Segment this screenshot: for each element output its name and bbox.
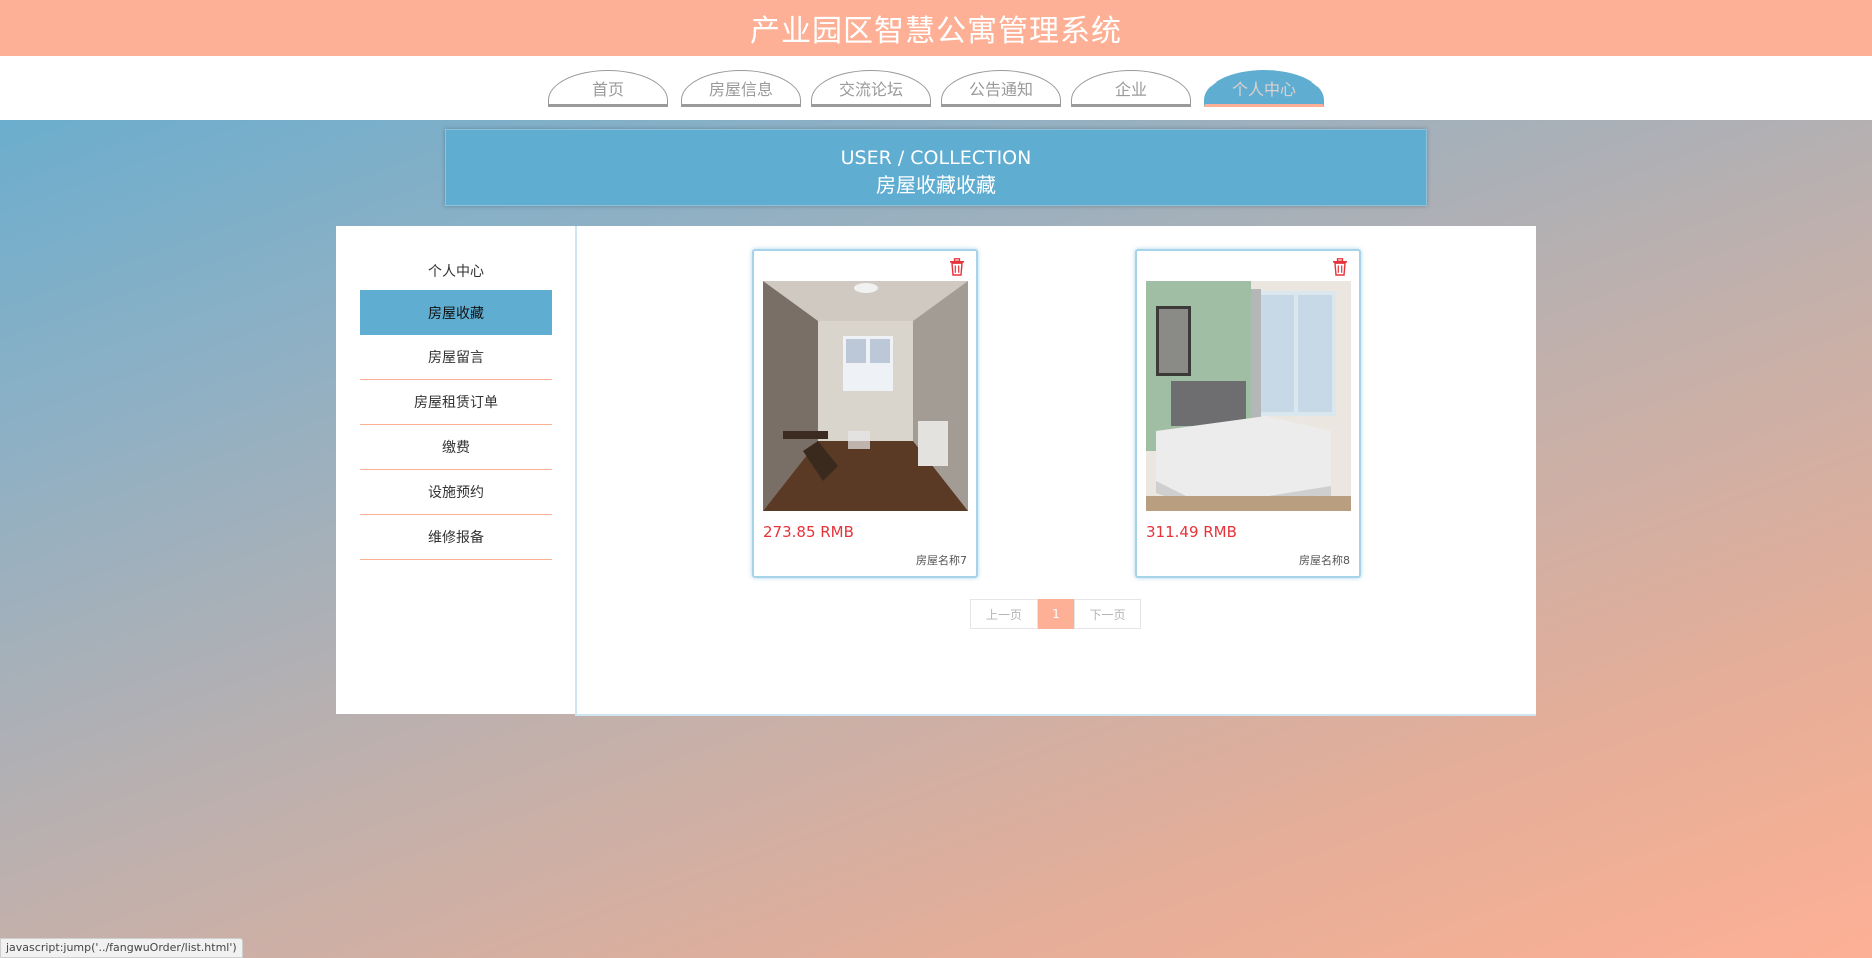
pagination: 上一页 1 下一页 — [970, 599, 1141, 629]
tab-house-info-label: 房屋信息 — [708, 79, 773, 99]
house-card[interactable]: 311.49 RMB 房屋名称8 — [1135, 249, 1361, 578]
sidebar-item-rental-orders[interactable]: 房屋租赁订单 — [360, 380, 552, 425]
house-price: 273.85 RMB — [763, 523, 854, 541]
app-title: 产业园区智慧公寓管理系统 — [750, 14, 1122, 49]
next-page-button[interactable]: 下一页 — [1074, 599, 1141, 629]
prev-page-button[interactable]: 上一页 — [970, 599, 1038, 629]
house-photo[interactable] — [763, 281, 968, 511]
house-price: 311.49 RMB — [1146, 523, 1237, 541]
house-photo[interactable] — [1146, 281, 1351, 511]
top-bar: 产业园区智慧公寓管理系统 — [0, 0, 1872, 56]
sidebar-item-personal-center[interactable]: 个人中心 — [360, 248, 552, 293]
sidebar-item-house-collection[interactable]: 房屋收藏 — [360, 290, 552, 335]
tab-home[interactable]: 首页 — [548, 70, 668, 107]
tab-enterprise[interactable]: 企业 — [1071, 70, 1191, 107]
house-name: 房屋名称8 — [1299, 554, 1350, 567]
content-panel — [575, 226, 1536, 716]
sidebar-item-repair-report[interactable]: 维修报备 — [360, 515, 552, 560]
nav-bar: 首页 房屋信息 交流论坛 公告通知 企业 个人中心 — [0, 56, 1872, 120]
status-bar-url: javascript:jump('../fangwuOrder/list.htm… — [0, 938, 243, 958]
sidebar-item-payment[interactable]: 缴费 — [360, 425, 552, 470]
current-page-button[interactable]: 1 — [1038, 599, 1074, 629]
sidebar-item-house-messages[interactable]: 房屋留言 — [360, 335, 552, 380]
tab-personal-center[interactable]: 个人中心 — [1204, 70, 1324, 107]
section-header: USER / COLLECTION 房屋收藏收藏 — [445, 129, 1427, 206]
tab-notices-label: 公告通知 — [968, 79, 1033, 99]
house-card[interactable]: 273.85 RMB 房屋名称7 — [752, 249, 978, 578]
trash-icon[interactable] — [1332, 258, 1348, 276]
tab-personal-center-label: 个人中心 — [1231, 79, 1296, 99]
section-title-en: USER / COLLECTION — [840, 147, 1032, 169]
tab-enterprise-label: 企业 — [1114, 79, 1147, 99]
tab-house-info[interactable]: 房屋信息 — [681, 70, 801, 107]
tab-notices[interactable]: 公告通知 — [941, 70, 1061, 107]
tab-home-label: 首页 — [591, 79, 624, 99]
trash-icon[interactable] — [949, 258, 965, 276]
sidebar: 个人中心 房屋收藏 房屋留言 房屋租赁订单 缴费 设施预约 维修报备 — [336, 226, 575, 714]
section-title-cn: 房屋收藏收藏 — [876, 173, 996, 197]
house-name: 房屋名称7 — [916, 554, 967, 567]
tab-forum[interactable]: 交流论坛 — [811, 70, 931, 107]
sidebar-item-facility-booking[interactable]: 设施预约 — [360, 470, 552, 515]
tab-forum-label: 交流论坛 — [838, 79, 903, 99]
